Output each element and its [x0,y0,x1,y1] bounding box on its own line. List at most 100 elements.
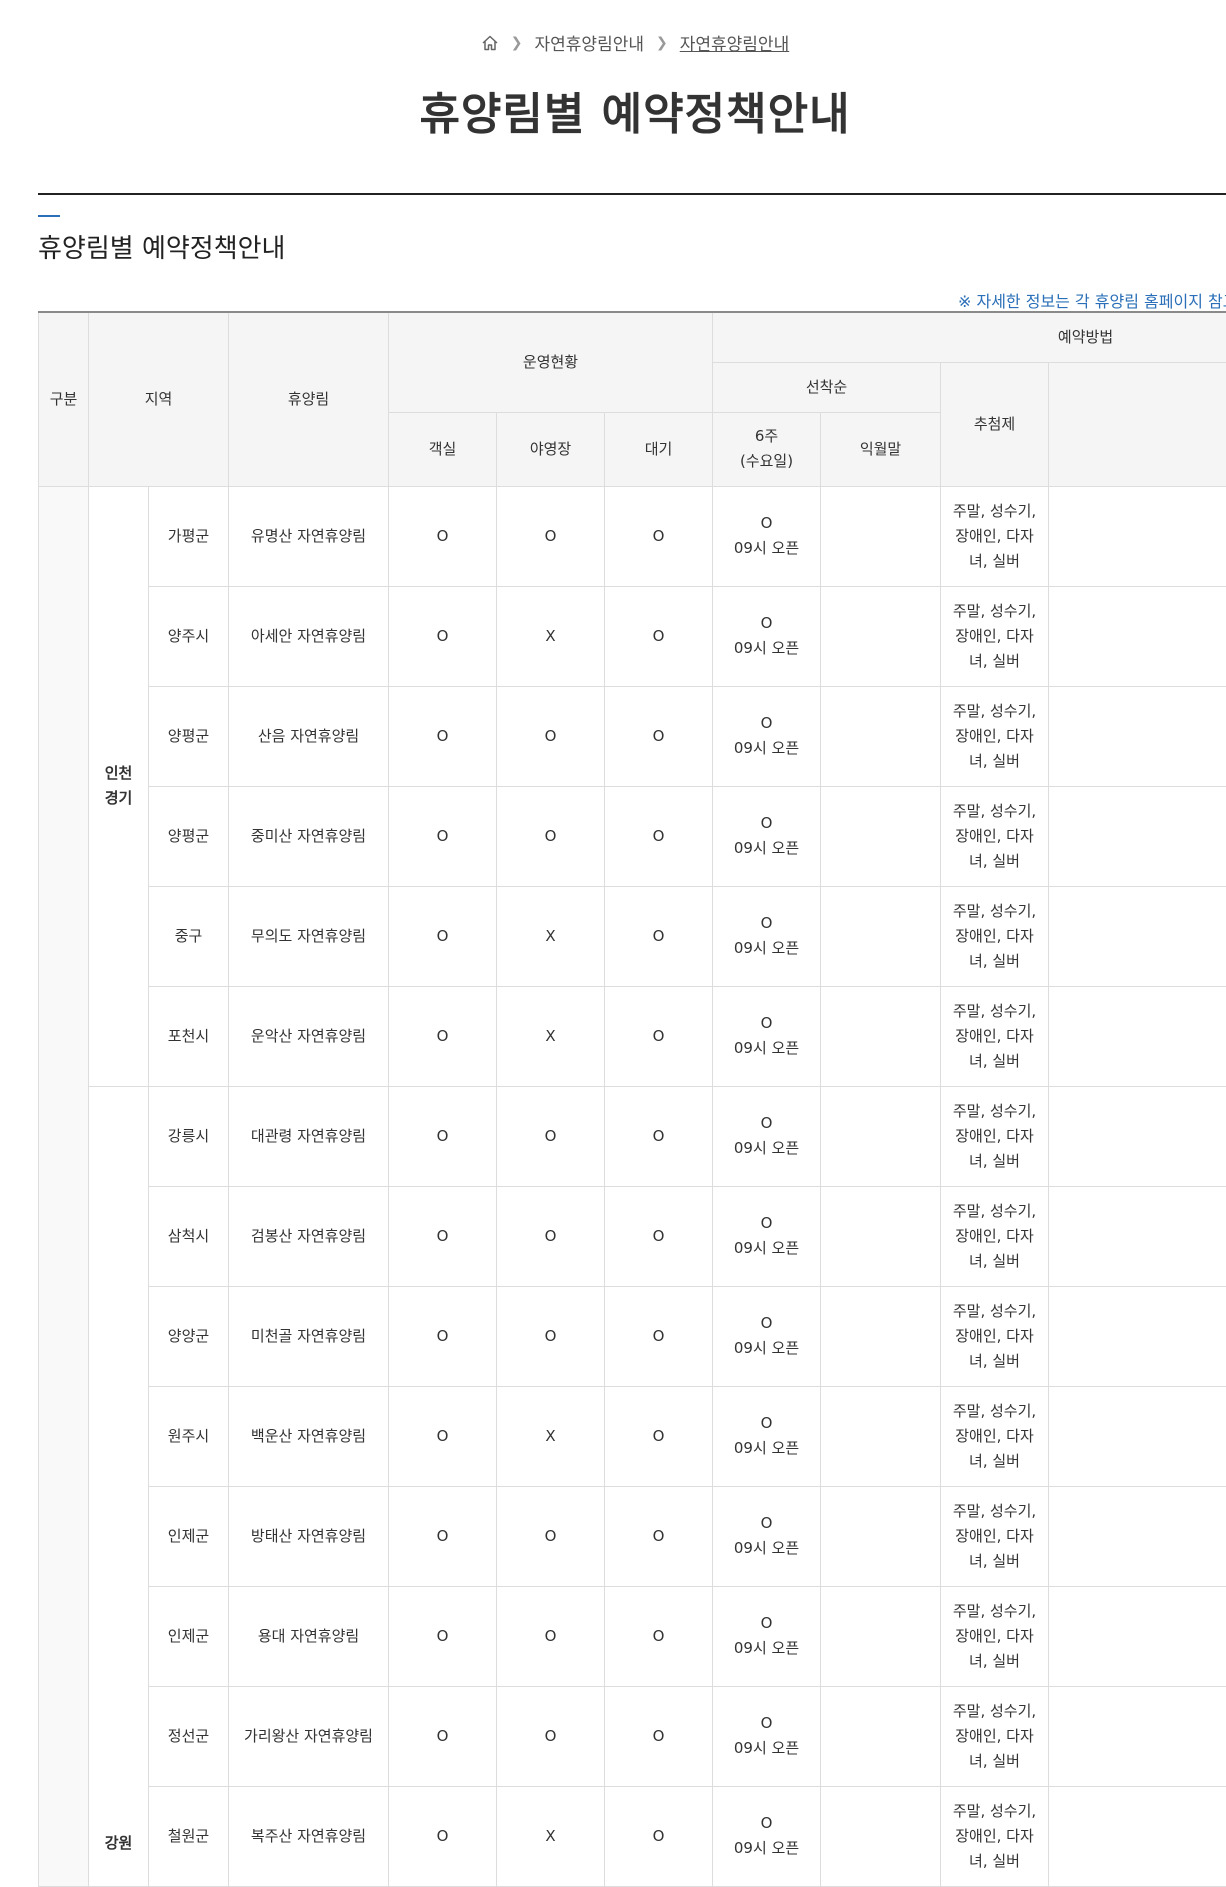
next-month-cell [821,886,941,986]
region-cell: 강원 [89,1086,149,1886]
camp-cell: X [497,586,605,686]
table-row: 양평군산음 자연휴양림OOOO09시 오픈주말, 성수기, 장애인, 다자 녀,… [39,686,1226,786]
region-cell: 인천 경기 [89,486,149,1086]
table-row: 양주시아세안 자연휴양림OXOO09시 오픈주말, 성수기, 장애인, 다자 녀… [39,586,1226,686]
table-row: 철원군복주산 자연휴양림OXOO09시 오픈주말, 성수기, 장애인, 다자 녀… [39,1786,1226,1886]
camp-cell: X [497,986,605,1086]
forest-name-cell: 아세안 자연휴양림 [229,586,389,686]
wait-cell: O [605,1386,713,1486]
table-row: 인제군방태산 자연휴양림OOOO09시 오픈주말, 성수기, 장애인, 다자 녀… [39,1486,1226,1586]
room-cell: O [389,1686,497,1786]
section-accent [38,215,60,217]
section-title: 휴양림별 예약정책안내 [38,228,285,265]
room-cell: O [389,486,497,586]
open-time: 09시 오픈 [734,1239,799,1257]
table-row: 양양군미천골 자연휴양림OOOO09시 오픈주말, 성수기, 장애인, 다자 녀… [39,1286,1226,1386]
open-time: 09시 오픈 [734,1339,799,1357]
first-come-cell: O09시 오픈 [713,1086,821,1186]
wait-cell: O [605,486,713,586]
first-come-cell: O09시 오픈 [713,886,821,986]
lottery-cell: 주말, 성수기, 장애인, 다자 녀, 실버 [941,1486,1049,1586]
room-cell: O [389,686,497,786]
open-time: 09시 오픈 [734,939,799,957]
subregion-cell: 철원군 [149,1786,229,1886]
open-time: 09시 오픈 [734,739,799,757]
next-month-cell [821,486,941,586]
lottery-cell: 주말, 성수기, 장애인, 다자 녀, 실버 [941,1086,1049,1186]
lottery-cell: 주말, 성수기, 장애인, 다자 녀, 실버 [941,1186,1049,1286]
first-come-cell: O09시 오픈 [713,586,821,686]
forest-name-cell: 미천골 자연휴양림 [229,1286,389,1386]
wait-cell: O [605,1086,713,1186]
priority-cell: 바우처 [1049,986,1226,1086]
wait-cell: O [605,686,713,786]
next-month-cell [821,1386,941,1486]
wait-cell: O [605,1686,713,1786]
next-month-cell [821,686,941,786]
table-row: 인천 경기가평군유명산 자연휴양림OOOO09시 오픈주말, 성수기, 장애인,… [39,486,1226,586]
lottery-cell: 주말, 성수기, 장애인, 다자 녀, 실버 [941,686,1049,786]
priority-cell: 바우처 [1049,1486,1226,1586]
chevron-right-icon: ❯ [511,35,523,51]
forest-name-cell: 검봉산 자연휴양림 [229,1186,389,1286]
lottery-cell: 주말, 성수기, 장애인, 다자 녀, 실버 [941,486,1049,586]
lottery-cell: 주말, 성수기, 장애인, 다자 녀, 실버 [941,986,1049,1086]
header-six-weeks: 6주 (수요일) [713,412,821,486]
room-cell: O [389,1386,497,1486]
priority-cell: 바우처 [1049,1586,1226,1686]
subregion-cell: 삼척시 [149,1186,229,1286]
room-cell: O [389,586,497,686]
forest-name-cell: 유명산 자연휴양림 [229,486,389,586]
header-reservation: 예약방법 [713,312,1226,362]
lottery-cell: 주말, 성수기, 장애인, 다자 녀, 실버 [941,1386,1049,1486]
open-time: 09시 오픈 [734,839,799,857]
breadcrumb-current[interactable]: 자연휴양림안내 [680,30,789,55]
next-month-cell [821,586,941,686]
next-month-cell [821,1486,941,1586]
header-gubun: 구분 [39,312,89,486]
first-come-value: O [761,814,773,832]
wait-cell: O [605,1586,713,1686]
first-come-cell: O09시 오픈 [713,1586,821,1686]
forest-name-cell: 가리왕산 자연휴양림 [229,1686,389,1786]
breadcrumb-item[interactable]: 자연휴양림안내 [535,30,644,55]
first-come-value: O [761,1514,773,1532]
priority-cell: 아세안 [1049,586,1226,686]
forest-name-cell: 운악산 자연휴양림 [229,986,389,1086]
next-month-cell [821,1086,941,1186]
first-come-cell: O09시 오픈 [713,686,821,786]
table-row: 강원강릉시대관령 자연휴양림OOOO09시 오픈주말, 성수기, 장애인, 다자… [39,1086,1226,1186]
priority-cell: 바우처 [1049,1186,1226,1286]
camp-cell: O [497,686,605,786]
subregion-cell: 양평군 [149,686,229,786]
subregion-cell: 강릉시 [149,1086,229,1186]
first-come-value: O [761,1014,773,1032]
priority-cell [1049,886,1226,986]
priority-cell: 바우처 [1049,1086,1226,1186]
subregion-cell: 원주시 [149,1386,229,1486]
open-time: 09시 오픈 [734,539,799,557]
wednesday-label: (수요일) [740,452,793,470]
open-time: 09시 오픈 [734,639,799,657]
first-come-value: O [761,1614,773,1632]
forest-name-cell: 중미산 자연휴양림 [229,786,389,886]
camp-cell: X [497,1386,605,1486]
header-region: 지역 [89,312,229,486]
subregion-cell: 양주시 [149,586,229,686]
room-cell: O [389,1186,497,1286]
policy-table-wrapper[interactable]: 구분 지역 휴양림 운영현황 예약방법 선착순 추첨제 우선예약 객실 야영장 … [38,311,1226,1887]
first-come-cell: O09시 오픈 [713,1486,821,1586]
page-title: 휴양림별 예약정책안내 [0,78,1226,142]
chevron-right-icon: ❯ [656,35,668,51]
home-icon[interactable] [481,34,499,52]
room-cell: O [389,1086,497,1186]
camp-cell: X [497,886,605,986]
table-row: 삼척시검봉산 자연휴양림OOOO09시 오픈주말, 성수기, 장애인, 다자 녀… [39,1186,1226,1286]
first-come-cell: O09시 오픈 [713,1386,821,1486]
camp-cell: O [497,1486,605,1586]
next-month-cell [821,1686,941,1786]
next-month-cell [821,786,941,886]
room-cell: O [389,786,497,886]
subregion-cell: 양양군 [149,1286,229,1386]
lottery-cell: 주말, 성수기, 장애인, 다자 녀, 실버 [941,1586,1049,1686]
